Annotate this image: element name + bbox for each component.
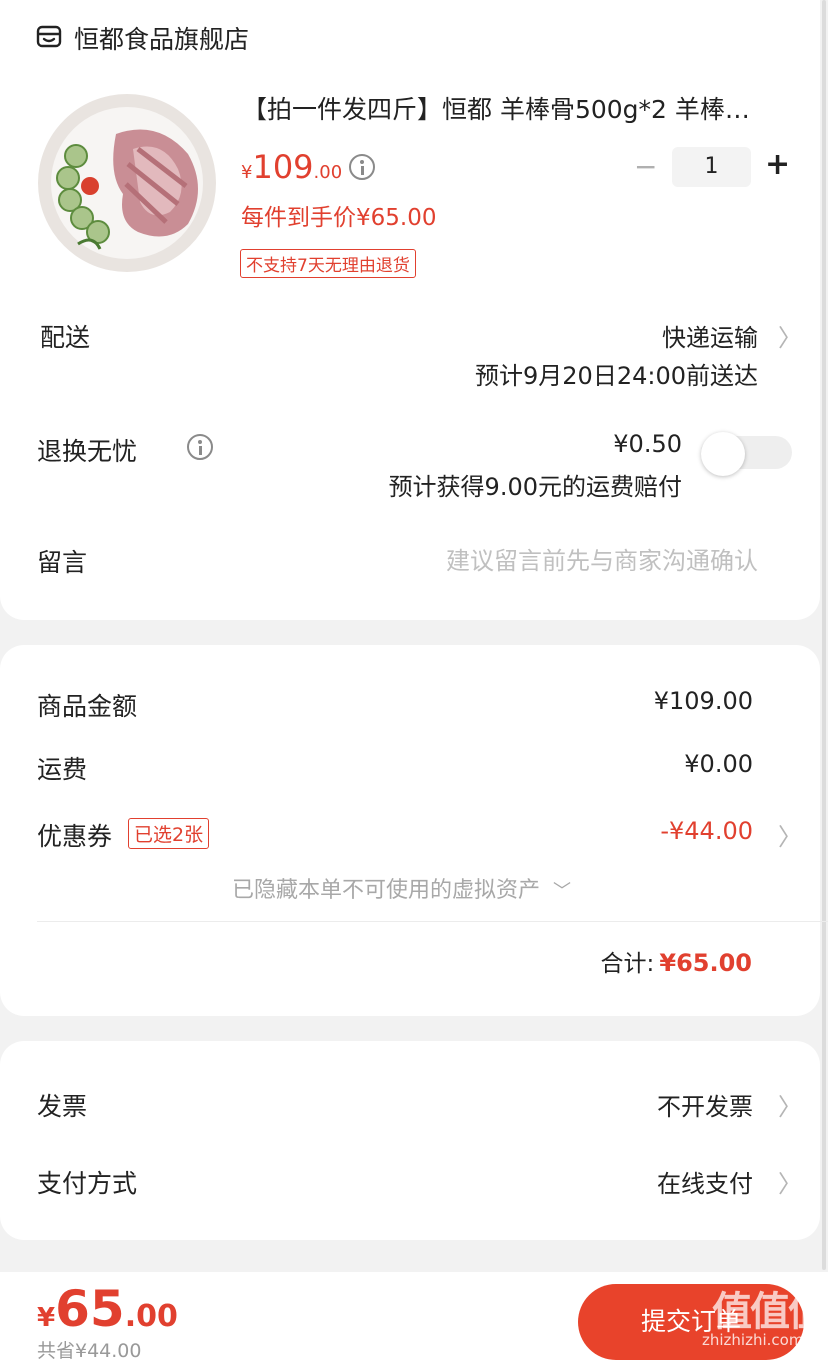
invoice-label: 发票: [37, 1092, 88, 1121]
toggle-knob: [701, 432, 745, 476]
total-row: 合计: ¥65.00: [601, 944, 752, 978]
shipping-value: ¥0.00: [684, 750, 753, 778]
total-value: ¥65.00: [659, 949, 752, 977]
return-insurance-desc: 预计获得9.00元的运费赔付: [388, 473, 682, 501]
total-label: 合计:: [600, 951, 655, 977]
footer-price-integer: 65: [55, 1280, 125, 1338]
chevron-down-icon: ﹀: [553, 881, 572, 902]
return-insurance-toggle[interactable]: [701, 432, 792, 476]
watermark-url: zhizhizhi.com: [702, 1331, 804, 1349]
product-price: ¥109.00: [241, 148, 342, 186]
footer-price: ¥65.00: [37, 1280, 178, 1338]
hidden-assets-text: 已隐藏本单不可使用的虚拟资产: [232, 878, 541, 903]
coupon-label: 优惠券: [37, 822, 113, 851]
message-input[interactable]: 建议留言前先与商家沟通确认: [446, 541, 758, 576]
delivery-label: 配送: [40, 323, 91, 352]
delivery-method[interactable]: 快递运输: [662, 318, 758, 353]
return-insurance-price: ¥0.50: [613, 430, 682, 458]
payment-chevron-icon[interactable]: 〉: [778, 1164, 802, 1199]
payment-value[interactable]: 在线支付: [657, 1164, 753, 1199]
price-integer: 109: [252, 148, 314, 186]
return-policy-badge: 不支持7天无理由退货: [240, 249, 416, 278]
footer-price-symbol: ¥: [37, 1303, 56, 1333]
delivery-eta: 预计9月20日24:00前送达: [475, 362, 758, 390]
footer-price-decimal: .00: [124, 1299, 178, 1334]
coupon-selected-badge: 已选2张: [128, 818, 210, 849]
quantity-minus-button[interactable]: −: [634, 150, 657, 183]
invoice-chevron-icon[interactable]: 〉: [778, 1087, 802, 1122]
watermark-logo: 值值值: [712, 1289, 828, 1335]
coupon-chevron-icon[interactable]: 〉: [778, 817, 802, 852]
invoice-payment-card: [0, 1041, 820, 1240]
final-price: 每件到手价¥65.00: [241, 205, 437, 231]
hidden-assets-toggle[interactable]: 已隐藏本单不可使用的虚拟资产 ﹀: [232, 872, 571, 904]
price-symbol: ¥: [241, 162, 253, 183]
product-image[interactable]: [38, 94, 216, 272]
return-insurance-info-icon[interactable]: [187, 434, 214, 460]
scrollbar[interactable]: [822, 0, 826, 1270]
store-icon: [36, 24, 62, 50]
return-insurance-label: 退换无忧: [37, 437, 138, 466]
payment-label: 支付方式: [37, 1169, 138, 1198]
goods-amount-label: 商品金额: [37, 692, 138, 721]
coupon-value[interactable]: -¥44.00: [660, 817, 753, 845]
delivery-chevron-icon[interactable]: 〉: [778, 318, 802, 353]
goods-amount-value: ¥109.00: [653, 687, 753, 715]
quantity-input[interactable]: 1: [672, 147, 751, 187]
message-label: 留言: [37, 548, 88, 577]
quantity-plus-button[interactable]: +: [765, 147, 790, 182]
store-name[interactable]: 恒都食品旗舰店: [74, 20, 249, 56]
divider: [37, 921, 828, 922]
product-title[interactable]: 【拍一件发四斤】恒都 羊棒骨500g*2 羊棒…: [242, 90, 790, 126]
saved-amount: 共省¥44.00: [37, 1340, 142, 1361]
price-info-icon[interactable]: [349, 154, 375, 180]
shipping-label: 运费: [37, 755, 88, 784]
invoice-value[interactable]: 不开发票: [657, 1087, 753, 1122]
price-decimal: .00: [313, 162, 343, 183]
